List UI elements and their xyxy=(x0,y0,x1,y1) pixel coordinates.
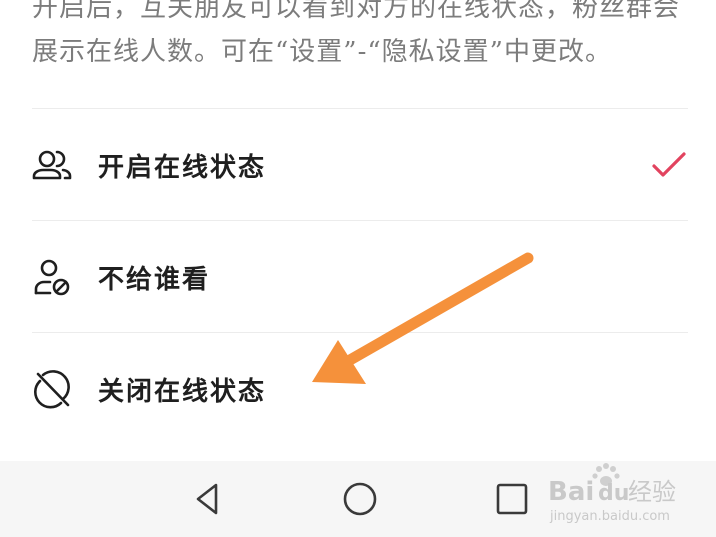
option-online-off[interactable]: 关闭在线状态 xyxy=(0,334,716,444)
user-block-icon xyxy=(34,259,70,296)
option-label: 不给谁看 xyxy=(98,264,211,295)
option-label: 开启在线状态 xyxy=(98,152,267,183)
description-line-2: 展示在线人数。可在“设置”-“隐私设置”中更改。 xyxy=(32,37,612,67)
watermark-brand: Bai xyxy=(548,477,594,507)
option-label: 关闭在线状态 xyxy=(98,376,267,407)
recents-icon[interactable] xyxy=(494,481,530,517)
home-icon[interactable] xyxy=(342,481,378,517)
watermark-suffix: 经验 xyxy=(628,478,676,506)
divider xyxy=(32,220,688,221)
friends-icon xyxy=(32,150,72,180)
watermark-url: jingyan.baidu.com xyxy=(549,509,670,524)
divider xyxy=(32,332,688,333)
back-icon[interactable] xyxy=(190,481,226,517)
check-icon xyxy=(652,152,686,177)
description-text: 开启后，互关朋友可以看到对方的在线状态，粉丝群会 展示在线人数。可在“设置”-“… xyxy=(32,0,692,74)
option-hide-from[interactable]: 不给谁看 xyxy=(0,222,716,332)
description-line-1: 开启后，互关朋友可以看到对方的在线状态，粉丝群会 xyxy=(32,0,681,23)
divider xyxy=(32,108,688,109)
watermark-brand-2: du xyxy=(598,481,629,506)
option-online-on[interactable]: 开启在线状态 xyxy=(0,110,716,220)
offline-icon xyxy=(34,370,70,409)
baidu-jingyan-watermark: Bai du 经验 jingyan.baidu.com xyxy=(548,463,676,524)
